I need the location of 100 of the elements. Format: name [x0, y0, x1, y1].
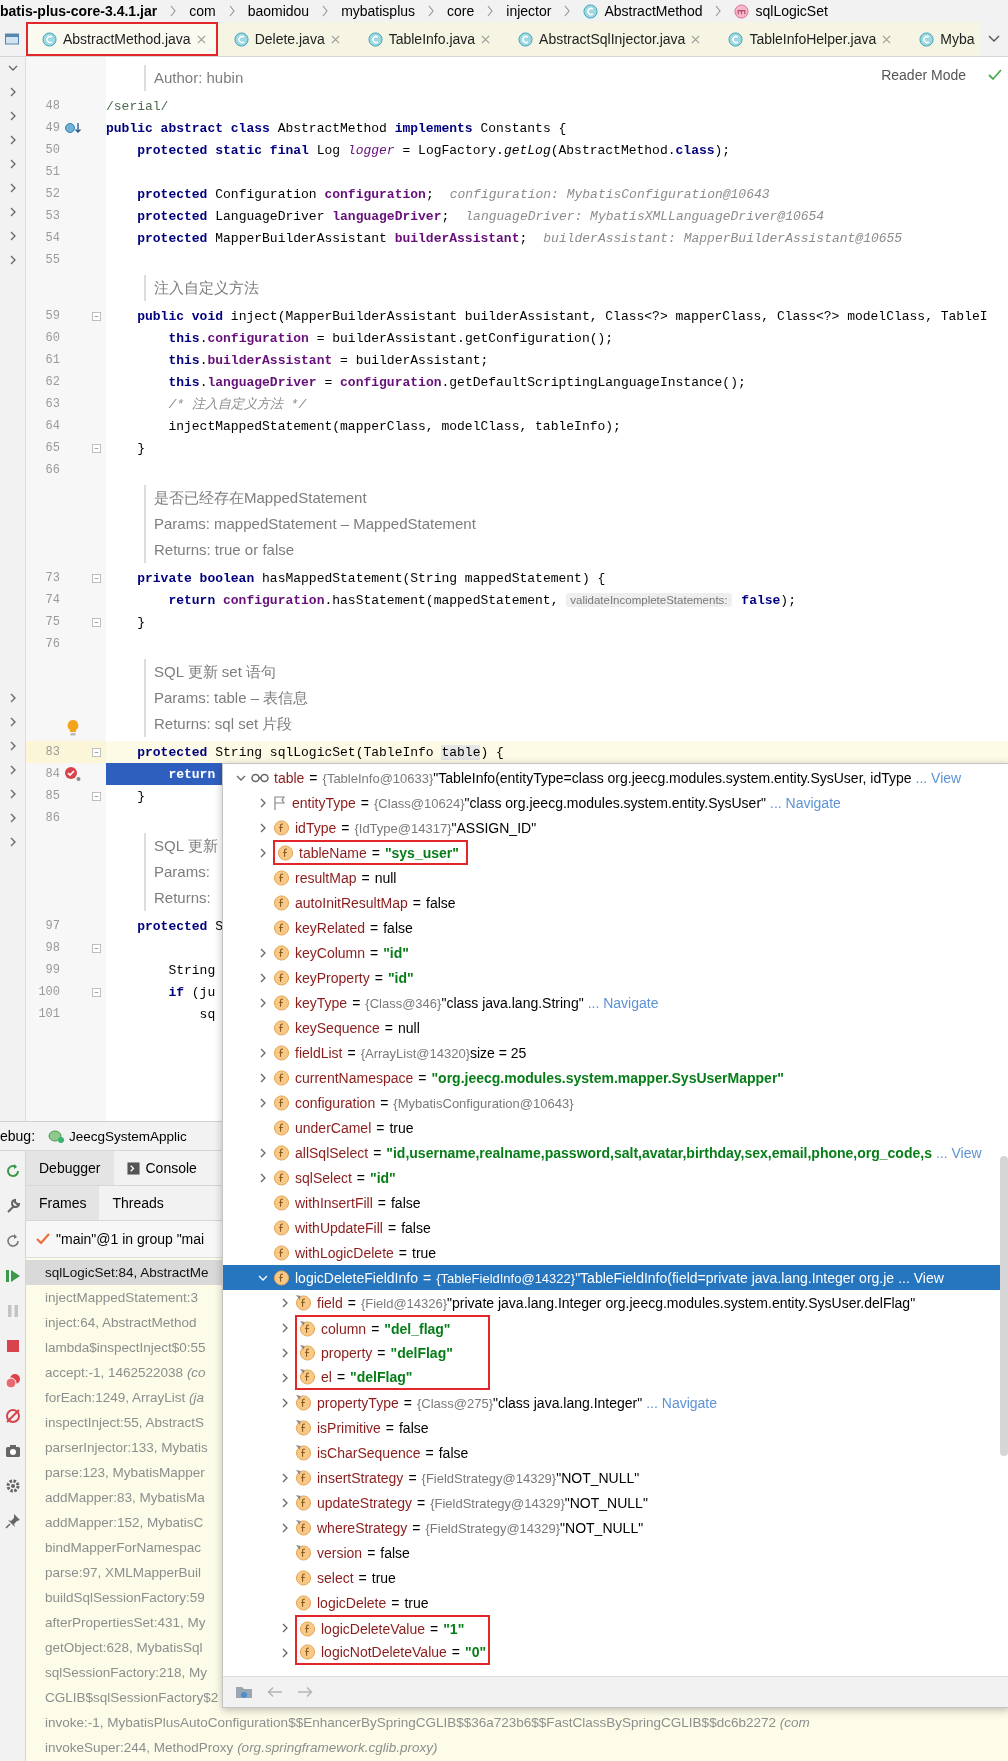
breadcrumb-item[interactable]: injector [506, 3, 552, 19]
chevron-icon[interactable] [258, 1097, 268, 1108]
class-icon [919, 31, 935, 47]
breadcrumb-item[interactable]: baomidou [247, 3, 310, 19]
frames-tab[interactable]: Threads [99, 1186, 177, 1220]
chevron-icon[interactable] [258, 1172, 268, 1183]
code-line: protected Configuration configuration; configuration: MybatisConfiguration@10643 [136, 186, 770, 202]
field-icon [273, 1144, 290, 1161]
link[interactable]: ... Navigate [646, 1394, 718, 1411]
link[interactable]: ... Navigate [587, 994, 659, 1011]
variable-text: column = "del_flag" [321, 1320, 451, 1337]
reader-mode-button[interactable]: Reader Mode [877, 65, 970, 85]
file-tab[interactable]: Delete.java [217, 22, 352, 56]
line-number: 62 [44, 375, 60, 389]
refresh-icon[interactable] [4, 1233, 21, 1249]
file-tab[interactable]: TableInfoHelper.java [712, 22, 904, 56]
chevron-down-icon[interactable] [988, 35, 1000, 43]
class-icon [518, 31, 534, 47]
link[interactable]: ... Navigate [770, 794, 841, 811]
field-icon [299, 1368, 316, 1385]
file-tab[interactable]: AbstractSqlInjector.java [502, 22, 713, 56]
chevron-icon[interactable] [280, 1647, 290, 1658]
variable-text: propertyType = {Class@275}"class java.lang.Integer" [317, 1394, 643, 1411]
scrollbar[interactable] [1000, 1156, 1008, 1456]
breadcrumb-item[interactable]: AbstractMethod [604, 3, 703, 19]
breadcrumb-item[interactable]: batis-plus-core-3.4.1.jar [0, 3, 158, 19]
chevron-icon[interactable] [258, 847, 268, 858]
variable-text: currentNamespace = "org.jeecg.modules.system.mapper.SysUserMapper" [295, 1069, 784, 1086]
stack-frame[interactable]: invokeSuper:244, MethodProxy (org.springframework.cglib.proxy) [26, 1735, 1008, 1760]
rerun-icon[interactable] [4, 1163, 21, 1179]
variable-text: withUpdateFill = false [295, 1219, 431, 1236]
link[interactable]: ... View [898, 1269, 944, 1286]
field-icon [273, 919, 290, 936]
frames-tab[interactable]: Frames [26, 1186, 100, 1220]
file-tab[interactable]: TableInfo.java [351, 22, 503, 56]
chevron-icon [321, 5, 330, 17]
chevron-down-icon[interactable] [7, 63, 18, 73]
pin-icon[interactable] [4, 1513, 21, 1529]
variable-text: insertStrategy = {FieldStrategy@14329}"NOT_NULL" [317, 1469, 640, 1486]
chevron-icon[interactable] [258, 1072, 268, 1083]
line-number: 50 [44, 143, 60, 157]
breadcrumb-item[interactable]: com [189, 3, 216, 19]
stack-frame[interactable]: invoke:-1, MybatisPlusAutoConfiguration$$EnhancerBySpringCGLIB$$36a723b6$$FastClassBySpringCGLIB$$dc6b2272 (com [26, 1710, 1008, 1735]
variable-text: select = true [317, 1569, 396, 1586]
stop-icon[interactable] [4, 1338, 21, 1354]
chevron-icon[interactable] [280, 1622, 290, 1633]
folder-icon[interactable] [235, 1684, 253, 1700]
code-line: /* 注入自定义方法 */ [167, 396, 307, 413]
code-line: protected MapperBuilderAssistant builderAssistant; builderAssistant: MapperBuilderAssistant@10655 [136, 230, 903, 246]
field-icon [273, 1094, 290, 1111]
chevron-icon[interactable] [258, 822, 268, 833]
debugger-tab[interactable]: Debugger [26, 1151, 114, 1185]
class-icon [42, 31, 57, 47]
chevron-icon[interactable] [258, 972, 268, 983]
chevron-icon[interactable] [258, 997, 268, 1008]
file-tab[interactable]: AbstractMethod.java [26, 22, 218, 56]
file-tab[interactable]: Myba [903, 22, 975, 56]
variable-text: withLogicDelete = true [295, 1244, 437, 1261]
code-line: public void inject(MapperBuilderAssistant builderAssistant, Class<?> mapperClass, Class<?> modelClass, TableI [136, 308, 988, 324]
breadcrumb-item[interactable]: core [447, 3, 475, 19]
doc-comment: 注入自定义方法 [144, 275, 259, 301]
line-number: 52 [44, 187, 60, 201]
chevron-icon[interactable] [258, 797, 268, 808]
field-icon [295, 1469, 312, 1486]
variable-text: withInsertFill = false [295, 1194, 421, 1211]
variable-text: keyColumn = "id" [295, 944, 409, 961]
field-icon [299, 1620, 316, 1637]
window-icon[interactable] [4, 31, 20, 47]
resume-icon[interactable] [4, 1268, 21, 1284]
chevron-icon[interactable] [258, 1147, 268, 1158]
chevron-icon[interactable] [280, 1497, 290, 1508]
camera-icon[interactable] [4, 1443, 21, 1459]
field-icon [295, 1594, 312, 1611]
variable-text: logicDeleteFieldInfo = {TableFieldInfo@14322}"TableFieldInfo(field=private java.lang.Integer org.je [295, 1269, 895, 1286]
chevron-icon[interactable] [280, 1347, 290, 1358]
chevron-icon[interactable] [280, 1322, 290, 1333]
implements-icon[interactable] [64, 121, 82, 135]
settings-icon[interactable] [4, 1478, 21, 1494]
chevron-icon[interactable] [280, 1397, 290, 1408]
chevron-icon[interactable] [258, 1047, 268, 1058]
chevron-icon[interactable] [258, 947, 268, 958]
breakpoints-icon[interactable] [4, 1373, 21, 1389]
chevron-icon[interactable] [280, 1372, 290, 1383]
breadcrumb-item[interactable]: mybatisplus [341, 3, 416, 19]
breadcrumb-item[interactable]: sqlLogicSet [755, 3, 828, 19]
breakpoint-icon[interactable] [64, 766, 82, 782]
chevron-icon[interactable] [280, 1472, 290, 1483]
close-icon[interactable] [196, 34, 206, 44]
session-tab[interactable]: JeecgSystemApplic [41, 1128, 193, 1144]
debugger-tab[interactable]: Console [113, 1151, 210, 1185]
chevron-icon[interactable] [280, 1297, 290, 1308]
link[interactable]: ... View [915, 769, 962, 786]
field-icon [273, 1194, 290, 1211]
line-number: 100 [37, 985, 60, 999]
chevron-icon[interactable] [280, 1522, 290, 1533]
field-icon [295, 1494, 312, 1511]
variable-text: fieldList = {ArrayList@14320}size = 25 [295, 1044, 527, 1061]
link[interactable]: ... View [935, 1144, 982, 1161]
code-line: return configuration.hasStatement(mappedStatement, validateIncompleteStatements: false); [167, 592, 796, 608]
mute-breakpoints-icon[interactable] [4, 1408, 21, 1424]
